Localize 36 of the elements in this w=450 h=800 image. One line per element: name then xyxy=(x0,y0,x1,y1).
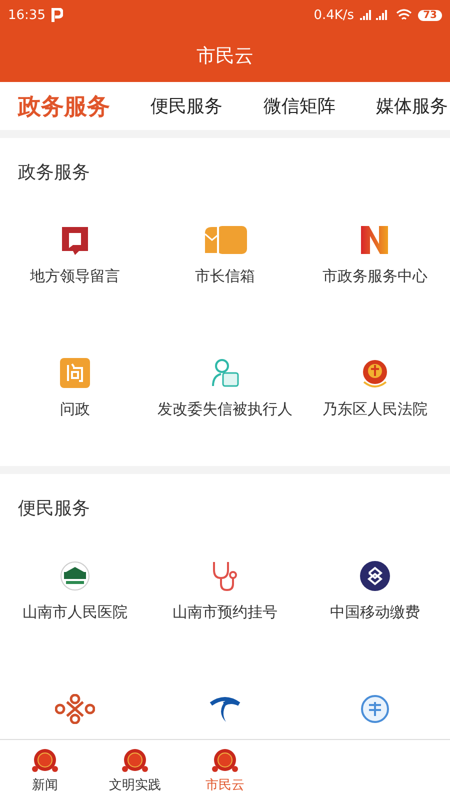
tab[interactable]: 微信矩阵 xyxy=(263,94,336,118)
service-label[interactable]: 中国移动缴费 xyxy=(330,603,420,622)
nav-item[interactable]: 文明实践 xyxy=(90,740,180,800)
tab[interactable]: 便民服务 xyxy=(150,94,223,118)
tab[interactable]: 媒体服务 xyxy=(376,94,448,118)
service-label[interactable]: 山南市预约挂号 xyxy=(172,603,278,622)
letter-n-icon xyxy=(360,225,390,255)
nav-item[interactable]: 市民云 xyxy=(180,740,270,800)
service-label[interactable]: 发改委失信被执行人 xyxy=(158,400,292,419)
mobile-logo-icon xyxy=(360,561,390,591)
service-label[interactable]: 山南市人民医院 xyxy=(22,603,128,622)
nav-item[interactable]: 新闻 xyxy=(0,740,90,800)
lantern-icon xyxy=(211,746,239,772)
question-icon xyxy=(60,358,90,388)
parking-icon xyxy=(51,8,64,22)
service-label[interactable]: 市长信箱 xyxy=(195,267,255,286)
clock: 16:35 xyxy=(8,8,46,22)
mailbox-icon xyxy=(203,225,247,255)
battery-level: 73 xyxy=(418,10,442,20)
service-label[interactable]: 问政 xyxy=(60,400,90,419)
section-title: 便民服务 xyxy=(17,497,91,521)
section-title: 政务服务 xyxy=(17,161,91,185)
tab[interactable]: 政务服务 xyxy=(18,90,110,122)
service-label[interactable]: 地方领导留言 xyxy=(30,267,120,286)
service-label[interactable]: 市政务服务中心 xyxy=(322,267,428,286)
emblem-icon xyxy=(360,358,390,388)
service-label[interactable]: 乃东区人民法院 xyxy=(322,400,428,419)
lantern-icon xyxy=(121,746,149,772)
lantern-icon xyxy=(31,746,59,772)
stethoscope-icon xyxy=(210,560,240,592)
person-badge-icon xyxy=(210,358,240,388)
wifi-icon xyxy=(396,9,412,21)
window-title: 市民云 xyxy=(196,44,254,69)
knot-icon xyxy=(55,694,95,724)
network-speed: 0.4K/s xyxy=(314,8,354,22)
circle-icon xyxy=(360,694,390,724)
